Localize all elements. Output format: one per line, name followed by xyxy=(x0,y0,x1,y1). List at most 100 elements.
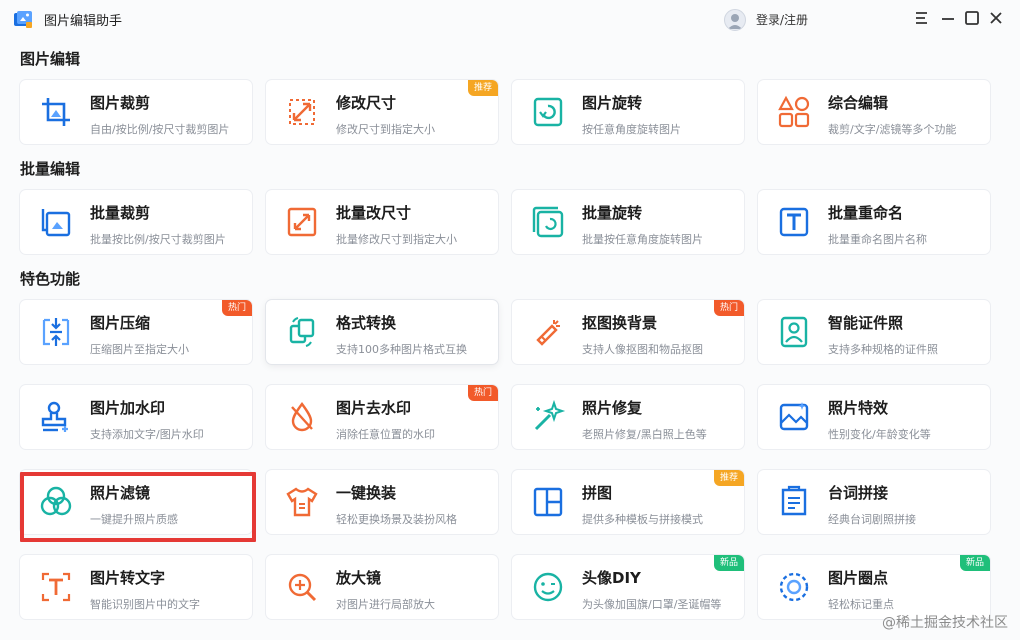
card-rotate[interactable]: 图片旋转 按任意角度旋转图片 xyxy=(512,80,744,144)
magnifier-icon xyxy=(284,569,320,605)
card-collage[interactable]: 拼图 提供多种模板与拼接模式 推荐 xyxy=(512,470,744,534)
card-desc: 批量按比例/按尺寸裁剪图片 xyxy=(90,233,226,246)
id-photo-icon xyxy=(776,314,812,350)
card-batch-crop[interactable]: 批量裁剪 批量按比例/按尺寸裁剪图片 xyxy=(20,190,252,254)
card-title: 头像DIY xyxy=(582,569,641,587)
circle-mark-icon xyxy=(776,569,812,605)
card-desc: 支持人像抠图和物品抠图 xyxy=(582,343,703,356)
card-desc: 自由/按比例/按尺寸裁剪图片 xyxy=(90,123,230,136)
card-id-photo[interactable]: 智能证件照 支持多种规格的证件照 xyxy=(758,300,990,364)
card-desc: 修改尺寸到指定大小 xyxy=(336,123,435,136)
card-title: 拼图 xyxy=(582,484,613,502)
ocr-icon xyxy=(38,569,74,605)
rename-icon xyxy=(776,204,812,240)
close-button[interactable] xyxy=(986,8,1006,28)
caption-icon xyxy=(776,484,812,520)
tshirt-icon xyxy=(284,484,320,520)
hot-badge: 热门 xyxy=(221,300,252,316)
card-desc: 轻松标记重点 xyxy=(828,598,894,611)
login-register-link[interactable]: 登录/注册 xyxy=(756,11,808,28)
card-resize[interactable]: 修改尺寸 修改尺寸到指定大小 推荐 xyxy=(266,80,498,144)
card-title: 批量重命名 xyxy=(828,204,904,222)
card-desc: 对图片进行局部放大 xyxy=(336,598,435,611)
app-window: 图片编辑助手 登录/注册 图片编辑 批量编辑 特色功能 图片裁剪 自由/按比例/… xyxy=(0,0,1020,640)
stamp-icon xyxy=(38,399,74,435)
card-title: 照片修复 xyxy=(582,399,643,417)
site-watermark: @稀土掘金技术社区 xyxy=(882,615,1008,631)
avatar[interactable] xyxy=(724,9,746,31)
card-title: 放大镜 xyxy=(336,569,382,587)
card-desc: 智能识别图片中的文字 xyxy=(90,598,200,611)
card-title: 一键换装 xyxy=(336,484,397,502)
app-title: 图片编辑助手 xyxy=(44,14,123,29)
resize-icon xyxy=(284,94,320,130)
card-title: 图片裁剪 xyxy=(90,94,151,112)
close-icon xyxy=(990,12,1002,24)
card-desc: 轻松更换场景及装扮风格 xyxy=(336,513,457,526)
card-photo-repair[interactable]: 照片修复 老照片修复/黑白照上色等 xyxy=(512,385,744,449)
card-title: 图片旋转 xyxy=(582,94,643,112)
card-comprehensive-edit[interactable]: 综合编辑 裁剪/文字/滤镜等多个功能 xyxy=(758,80,990,144)
maximize-icon xyxy=(965,11,979,25)
user-icon xyxy=(728,14,742,29)
card-desc: 提供多种模板与拼接模式 xyxy=(582,513,703,526)
card-title: 综合编辑 xyxy=(828,94,889,112)
card-batch-rotate[interactable]: 批量旋转 批量按任意角度旋转图片 xyxy=(512,190,744,254)
card-cutout[interactable]: 抠图换背景 支持人像抠图和物品抠图 热门 xyxy=(512,300,744,364)
menu-icon xyxy=(916,12,927,24)
effect-icon xyxy=(776,399,812,435)
card-desc: 裁剪/文字/滤镜等多个功能 xyxy=(828,123,957,136)
section-title-image-edit: 图片编辑 xyxy=(20,50,81,68)
menu-button[interactable] xyxy=(912,8,932,28)
card-title: 修改尺寸 xyxy=(336,94,397,112)
card-title: 图片圈点 xyxy=(828,569,889,587)
card-title: 照片特效 xyxy=(828,399,889,417)
section-title-batch-edit: 批量编辑 xyxy=(20,160,81,178)
magic-wand-icon xyxy=(530,399,566,435)
batch-crop-icon xyxy=(38,204,74,240)
compress-icon xyxy=(38,314,74,350)
card-image-crop[interactable]: 图片裁剪 自由/按比例/按尺寸裁剪图片 xyxy=(20,80,252,144)
card-title: 台词拼接 xyxy=(828,484,889,502)
shapes-icon xyxy=(776,94,812,130)
crop-icon xyxy=(38,94,74,130)
new-badge: 新品 xyxy=(713,555,744,571)
rotate-icon xyxy=(530,94,566,130)
recommend-badge: 推荐 xyxy=(713,470,744,486)
card-desc: 性别变化/年龄变化等 xyxy=(828,428,931,441)
avatar-diy-icon xyxy=(530,569,566,605)
batch-rotate-icon xyxy=(530,204,566,240)
card-image-to-text[interactable]: 图片转文字 智能识别图片中的文字 xyxy=(20,555,252,619)
card-batch-rename[interactable]: 批量重命名 批量重命名图片名称 xyxy=(758,190,990,254)
title-bar: 图片编辑助手 登录/注册 xyxy=(0,0,1020,38)
card-image-circle[interactable]: 图片圈点 轻松标记重点 新品 xyxy=(758,555,990,619)
card-desc: 为头像加国旗/口罩/圣诞帽等 xyxy=(582,598,722,611)
card-compress[interactable]: 图片压缩 压缩图片至指定大小 热门 xyxy=(20,300,252,364)
card-desc: 经典台词剧照拼接 xyxy=(828,513,916,526)
new-badge: 新品 xyxy=(959,555,990,571)
card-desc: 支持添加文字/图片水印 xyxy=(90,428,204,441)
collage-icon xyxy=(530,484,566,520)
card-title: 图片压缩 xyxy=(90,314,151,332)
section-title-features: 特色功能 xyxy=(20,270,81,288)
card-title: 抠图换背景 xyxy=(582,314,658,332)
card-format-convert[interactable]: 格式转换 支持100多种图片格式互换 xyxy=(266,300,498,364)
minimize-button[interactable] xyxy=(938,8,958,28)
card-title: 图片去水印 xyxy=(336,399,412,417)
card-title: 批量旋转 xyxy=(582,204,643,222)
card-remove-watermark[interactable]: 图片去水印 消除任意位置的水印 热门 xyxy=(266,385,498,449)
card-outfit-change[interactable]: 一键换装 轻松更换场景及装扮风格 xyxy=(266,470,498,534)
card-batch-resize[interactable]: 批量改尺寸 批量修改尺寸到指定大小 xyxy=(266,190,498,254)
card-desc: 支持多种规格的证件照 xyxy=(828,343,938,356)
card-magnifier[interactable]: 放大镜 对图片进行局部放大 xyxy=(266,555,498,619)
card-desc: 消除任意位置的水印 xyxy=(336,428,435,441)
cutout-icon xyxy=(530,314,566,350)
card-photo-effects[interactable]: 照片特效 性别变化/年龄变化等 xyxy=(758,385,990,449)
card-desc: 批量修改尺寸到指定大小 xyxy=(336,233,457,246)
card-desc: 批量重命名图片名称 xyxy=(828,233,927,246)
card-add-watermark[interactable]: 图片加水印 支持添加文字/图片水印 xyxy=(20,385,252,449)
card-avatar-diy[interactable]: 头像DIY 为头像加国旗/口罩/圣诞帽等 新品 xyxy=(512,555,744,619)
hot-badge: 热门 xyxy=(467,385,498,401)
card-caption-stitch[interactable]: 台词拼接 经典台词剧照拼接 xyxy=(758,470,990,534)
maximize-button[interactable] xyxy=(962,8,982,28)
